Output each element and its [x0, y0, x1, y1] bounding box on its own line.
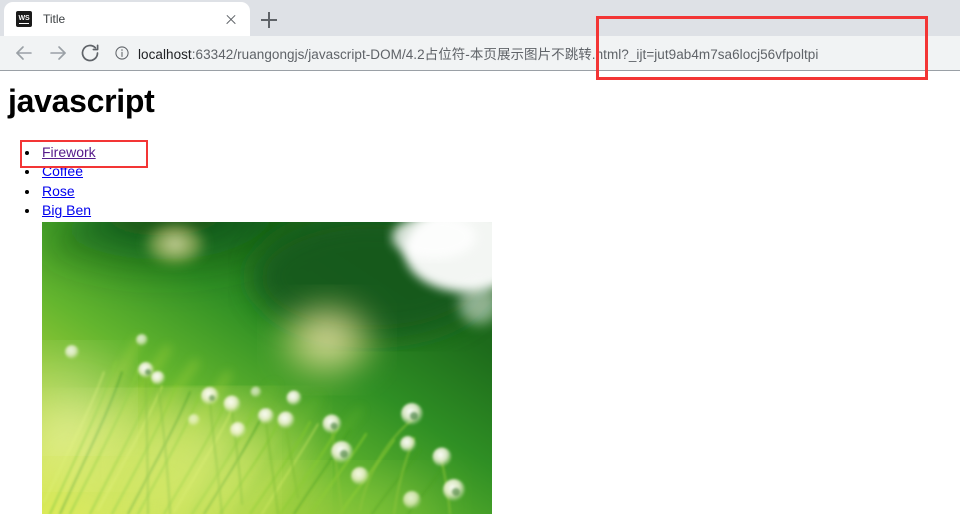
browser-toolbar: localhost:63342/ruangongjs/javascript-DO…	[0, 36, 960, 70]
address-bar[interactable]: localhost:63342/ruangongjs/javascript-DO…	[106, 40, 944, 66]
url-path: :63342/ruangongjs/javascript-DOM/4.2占位符-…	[191, 47, 819, 62]
link-rose[interactable]: Rose	[42, 183, 75, 199]
list-item: Firework	[40, 143, 96, 162]
back-arrow-icon[interactable]	[12, 41, 36, 65]
tab-title: Title	[43, 12, 66, 26]
favicon-label: WS	[18, 14, 30, 22]
link-coffee[interactable]: Coffee	[42, 163, 83, 179]
new-tab-icon[interactable]	[256, 7, 282, 33]
link-list: Firework Coffee Rose Big Ben	[40, 143, 96, 220]
list-item: Coffee	[40, 162, 96, 181]
reload-icon[interactable]	[78, 41, 102, 65]
webstorm-favicon-icon: WS	[16, 11, 32, 27]
browser-tab[interactable]: WS Title	[4, 2, 250, 36]
link-big-ben[interactable]: Big Ben	[42, 202, 91, 218]
list-item: Big Ben	[40, 201, 96, 220]
site-info-icon[interactable]	[114, 45, 130, 61]
tab-strip: WS Title	[0, 0, 960, 36]
list-item: Rose	[40, 182, 96, 201]
page-viewport: javascript Firework Coffee Rose Big Ben	[0, 71, 960, 514]
browser-window: WS Title localhost:63342/ruangongjs/java…	[0, 0, 960, 514]
address-bar-text: localhost:63342/ruangongjs/javascript-DO…	[138, 43, 818, 63]
favicon-underline	[19, 22, 29, 24]
forward-arrow-icon[interactable]	[46, 41, 70, 65]
meadow-photo-svg	[42, 222, 492, 514]
close-icon[interactable]	[222, 10, 240, 28]
link-firework[interactable]: Firework	[42, 144, 96, 160]
url-host: localhost	[138, 47, 192, 62]
content-image	[42, 222, 492, 514]
page-title: javascript	[8, 83, 155, 119]
